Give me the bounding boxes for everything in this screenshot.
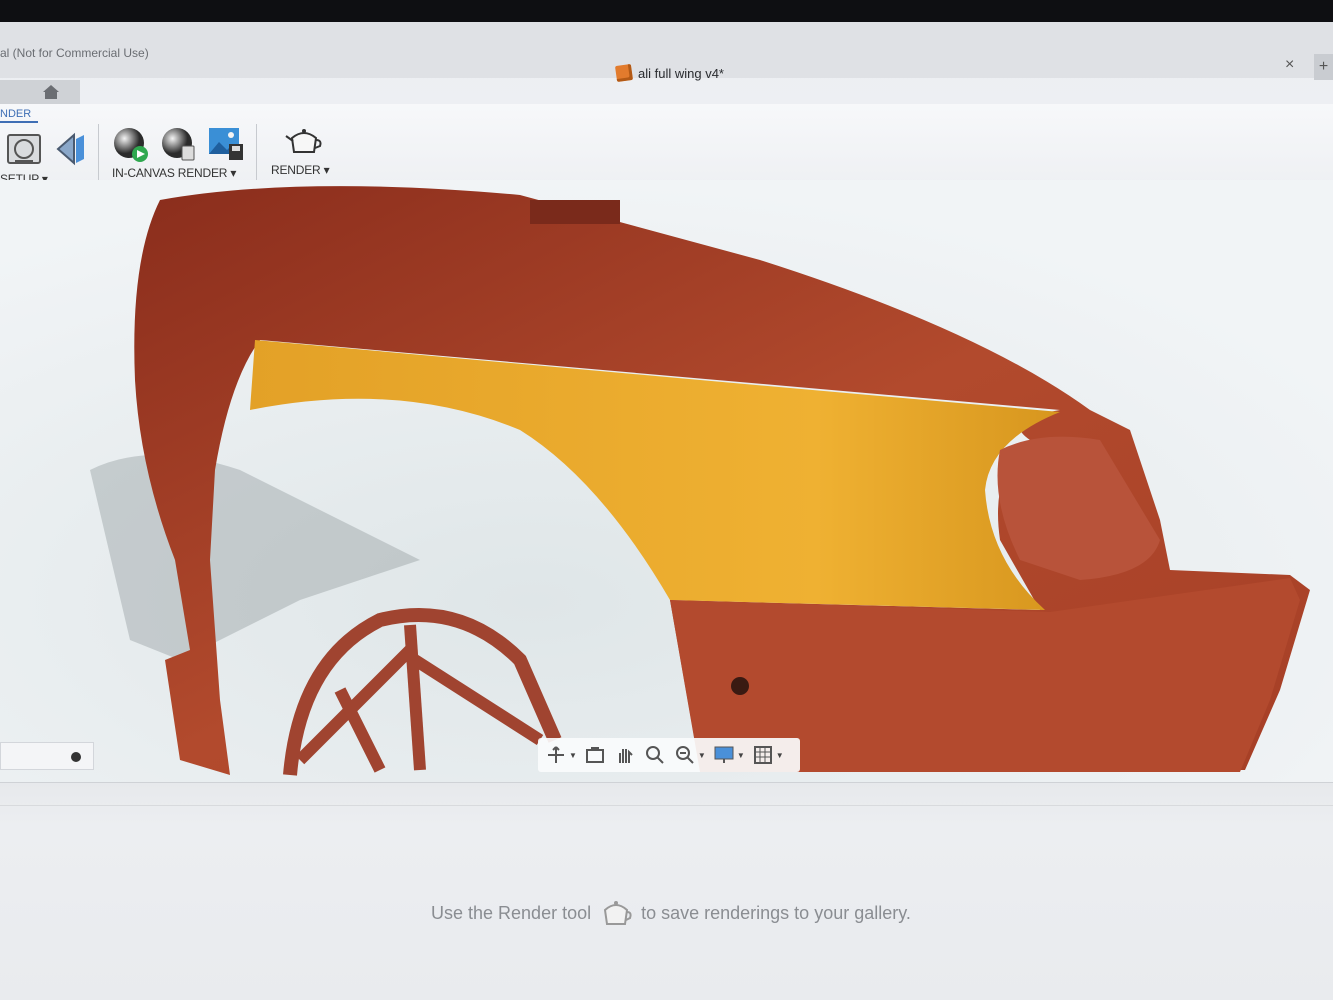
decal-icon[interactable] — [54, 131, 88, 167]
navigation-toolbar: ▼ ▼ ▼ ▼ — [538, 738, 800, 772]
grid-icon[interactable] — [751, 744, 775, 766]
in-canvas-render-group-label[interactable]: IN-CANVAS RENDER ▾ — [112, 166, 236, 180]
pan-icon[interactable] — [613, 744, 637, 766]
render-settings-icon[interactable] — [160, 126, 198, 164]
hint-text-after: to save renderings to your gallery. — [641, 902, 911, 923]
gallery-header — [0, 782, 1333, 806]
close-tab-button[interactable]: × — [1285, 56, 1294, 74]
grid-dropdown-caret[interactable]: ▼ — [776, 751, 784, 760]
hint-text-before: Use the Render tool — [431, 902, 592, 923]
home-icon[interactable] — [42, 84, 60, 100]
render-canvas[interactable] — [0, 180, 1333, 782]
teapot-icon[interactable] — [284, 126, 324, 156]
rendering-gallery — [0, 782, 1333, 1000]
fit-icon[interactable] — [673, 744, 697, 766]
quick-access-bar — [0, 80, 80, 104]
zoom-icon[interactable] — [643, 744, 667, 766]
expand-icon[interactable] — [71, 752, 81, 762]
document-tab-label: ali full wing v4* — [638, 65, 724, 81]
comments-panel-header[interactable] — [0, 742, 94, 770]
orbit-icon[interactable] — [544, 744, 568, 766]
capture-image-icon[interactable] — [207, 126, 245, 162]
display-dropdown-caret[interactable]: ▼ — [737, 751, 745, 760]
ribbon-separator — [256, 124, 257, 182]
tab-render[interactable]: NDER — [0, 108, 38, 123]
new-tab-button[interactable]: + — [1314, 54, 1333, 80]
zoom-dropdown-caret[interactable]: ▼ — [698, 751, 706, 760]
ribbon-separator — [98, 124, 99, 182]
document-icon — [614, 63, 634, 83]
orbit-dropdown-caret[interactable]: ▼ — [569, 751, 577, 760]
render-group-label[interactable]: RENDER ▾ — [271, 163, 330, 177]
gallery-empty-hint: Use the Render tool to save renderings t… — [431, 898, 911, 928]
document-tab[interactable]: ali full wing v4* — [614, 62, 724, 84]
look-at-icon[interactable] — [583, 744, 607, 766]
app-title: al (Not for Commercial Use) — [0, 46, 149, 60]
teapot-icon — [604, 901, 632, 925]
display-settings-icon[interactable] — [712, 744, 736, 766]
scene-settings-icon[interactable] — [6, 131, 44, 167]
render-play-icon[interactable] — [112, 126, 150, 164]
